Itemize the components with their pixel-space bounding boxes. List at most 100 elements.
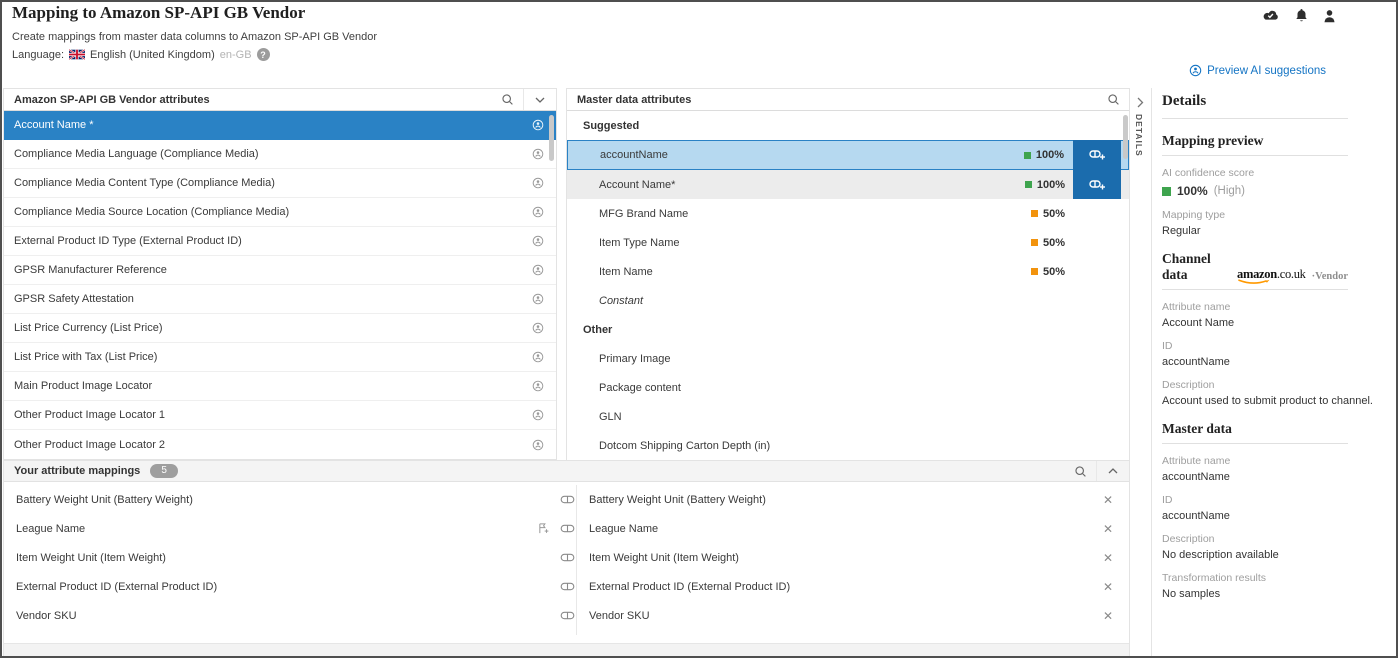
channel-attribute-row[interactable]: List Price Currency (List Price) — [4, 314, 556, 343]
remove-mapping-icon[interactable]: ✕ — [1103, 581, 1113, 593]
master-attributes-header: Master data attributes — [567, 89, 1129, 111]
field-label: ID — [1162, 340, 1396, 352]
ai-suggestion-icon[interactable] — [532, 293, 544, 305]
top-icon-bar — [1261, 8, 1336, 23]
attribute-label: GLN — [599, 411, 622, 423]
chevron-down-icon[interactable] — [524, 89, 556, 110]
attribute-mappings-header: Your attribute mappings 5 — [4, 461, 1129, 482]
attribute-label: Account Name* — [599, 179, 675, 191]
ai-suggestion-icon — [1189, 64, 1202, 77]
ai-suggestion-icon[interactable] — [532, 148, 544, 160]
channel-attribute-row[interactable]: Main Product Image Locator — [4, 372, 556, 401]
channel-qualifier: ·Vendor — [1312, 271, 1348, 282]
channel-attribute-row[interactable]: List Price with Tax (List Price) — [4, 343, 556, 372]
attribute-label: Compliance Media Language (Compliance Me… — [14, 148, 259, 160]
attribute-label: Compliance Media Source Location (Compli… — [14, 206, 289, 218]
mapping-source-label: Vendor SKU — [16, 610, 77, 622]
ai-suggestion-icon[interactable] — [532, 119, 544, 131]
mapping-columns-divider — [576, 485, 577, 635]
remove-mapping-icon[interactable]: ✕ — [1103, 523, 1113, 535]
confidence-qualifier: (High) — [1214, 185, 1245, 197]
search-icon[interactable] — [491, 89, 523, 110]
field-value: No description available — [1162, 549, 1396, 561]
ai-suggestion-icon[interactable] — [532, 380, 544, 392]
master-attribute-row[interactable]: Primary Image — [567, 344, 1129, 373]
remove-mapping-icon[interactable]: ✕ — [1103, 552, 1113, 564]
add-mapping-button[interactable] — [1073, 170, 1121, 199]
channel-attribute-row[interactable]: Compliance Media Source Location (Compli… — [4, 198, 556, 227]
middle-panel-scrollbar[interactable] — [1123, 115, 1128, 159]
master-attribute-row[interactable]: Package content — [567, 373, 1129, 402]
remove-mapping-icon[interactable]: ✕ — [1103, 494, 1113, 506]
amazon-logo: amazon.co.uk — [1237, 268, 1306, 286]
language-row: Language: English (United Kingdom) en-GB… — [12, 48, 270, 61]
ai-suggestion-icon[interactable] — [532, 409, 544, 421]
field-label: Description — [1162, 379, 1396, 391]
details-panel: Details Mapping preview AI confidence sc… — [1153, 88, 1396, 656]
ai-suggestion-icon[interactable] — [532, 439, 544, 451]
channel-attribute-row[interactable]: GPSR Manufacturer Reference — [4, 256, 556, 285]
channel-attribute-row[interactable]: External Product ID Type (External Produ… — [4, 227, 556, 256]
match-square-orange — [1031, 210, 1038, 217]
mapping-row[interactable]: League Name League Name ✕ — [4, 514, 1129, 543]
ai-suggestion-icon[interactable] — [532, 264, 544, 276]
master-attributes-title: Master data attributes — [567, 94, 691, 106]
ai-suggestion-icon[interactable] — [532, 235, 544, 247]
channel-attribute-row[interactable]: Compliance Media Language (Compliance Me… — [4, 140, 556, 169]
attribute-label: Item Name — [599, 266, 653, 278]
left-panel-scrollbar[interactable] — [549, 115, 554, 161]
section-other: Other — [567, 315, 1129, 344]
master-attribute-row[interactable]: Item Name 50% — [567, 257, 1129, 286]
mapping-source-label: External Product ID (External Product ID… — [16, 581, 217, 593]
chevron-right-icon[interactable] — [1137, 95, 1144, 113]
ai-suggestion-icon[interactable] — [532, 351, 544, 363]
ai-suggestion-icon[interactable] — [532, 206, 544, 218]
channel-attribute-row[interactable]: Compliance Media Content Type (Complianc… — [4, 169, 556, 198]
field-label: ID — [1162, 494, 1396, 506]
user-icon[interactable] — [1323, 9, 1336, 23]
match-score: 100% — [1024, 149, 1064, 161]
mapping-source-label: Item Weight Unit (Item Weight) — [16, 552, 166, 564]
ai-suggestion-icon[interactable] — [532, 322, 544, 334]
master-attribute-row-constant[interactable]: Constant — [567, 286, 1129, 315]
mapping-type-label: Mapping type — [1162, 209, 1396, 221]
add-mapping-button[interactable] — [1073, 140, 1121, 170]
ai-suggestion-icon[interactable] — [532, 177, 544, 189]
preview-ai-suggestions-button[interactable]: Preview AI suggestions — [1189, 64, 1326, 77]
mapping-row[interactable]: External Product ID (External Product ID… — [4, 572, 1129, 601]
master-attribute-row[interactable]: GLN — [567, 402, 1129, 431]
channel-attribute-row[interactable]: Other Product Image Locator 2 — [4, 430, 556, 459]
channel-attributes-title: Amazon SP-API GB Vendor attributes — [4, 94, 210, 106]
mapping-target-label: Vendor SKU — [589, 610, 650, 622]
search-icon[interactable] — [1064, 461, 1096, 481]
master-attribute-row[interactable]: Item Type Name 50% — [567, 228, 1129, 257]
field-value: accountName — [1162, 471, 1396, 483]
field-value: No samples — [1162, 588, 1396, 600]
master-attribute-row[interactable]: MFG Brand Name 50% — [567, 199, 1129, 228]
section-suggested: Suggested — [567, 111, 1129, 140]
attribute-label: Item Type Name — [599, 237, 680, 249]
mapping-row[interactable]: Item Weight Unit (Item Weight) Item Weig… — [4, 543, 1129, 572]
search-icon[interactable] — [1097, 89, 1129, 110]
notifications-icon[interactable] — [1295, 8, 1308, 23]
channel-attribute-row[interactable]: GPSR Safety Attestation — [4, 285, 556, 314]
details-tab-label[interactable]: DETAILS — [1134, 114, 1144, 157]
mapping-row[interactable]: Battery Weight Unit (Battery Weight) Bat… — [4, 485, 1129, 514]
mapping-target-label: Battery Weight Unit (Battery Weight) — [589, 494, 766, 506]
transformation-icon[interactable] — [538, 523, 549, 534]
help-icon[interactable]: ? — [257, 48, 270, 61]
channel-attribute-row[interactable]: Account Name * — [4, 111, 556, 140]
channel-attribute-row[interactable]: Other Product Image Locator 1 — [4, 401, 556, 430]
match-score: 50% — [1031, 266, 1065, 278]
chevron-up-icon[interactable] — [1097, 461, 1129, 481]
master-attribute-row[interactable]: Dotcom Shipping Carton Depth (in) — [567, 431, 1129, 460]
remove-mapping-icon[interactable]: ✕ — [1103, 610, 1113, 622]
field-label: Attribute name — [1162, 455, 1396, 467]
link-icon — [560, 553, 575, 562]
mapping-row[interactable]: Vendor SKU Vendor SKU ✕ — [4, 601, 1129, 630]
attribute-label: GPSR Safety Attestation — [14, 293, 134, 305]
master-attribute-row[interactable]: Account Name* 100% — [567, 170, 1129, 199]
master-attribute-row[interactable]: accountName 100% — [567, 140, 1129, 170]
match-score: 50% — [1031, 208, 1065, 220]
cloud-done-icon[interactable] — [1261, 9, 1280, 22]
